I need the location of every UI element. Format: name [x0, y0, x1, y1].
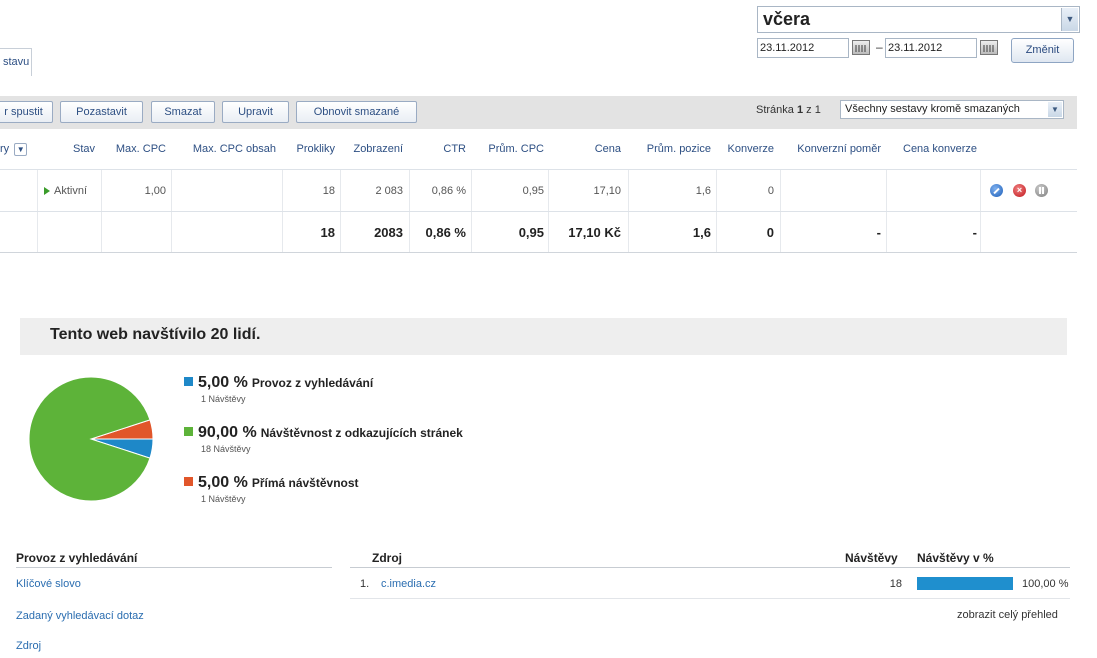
cell-cost: 17,10 [593, 184, 621, 197]
visitors-summary-band: Tento web navštívilo 20 lidí. [20, 318, 1067, 355]
toolbar: r spustit Pozastavit Smazat Upravit Obno… [0, 96, 1077, 129]
total-conversion-rate: - [876, 224, 881, 240]
chevron-down-icon[interactable]: ▼ [1048, 102, 1062, 117]
visitors-summary-title: Tento web navštívilo 20 lidí. [50, 326, 261, 343]
legend-item-search: 5,00 % Provoz z vyhledávání 1 Návštěvy [184, 374, 373, 404]
total-conversion-cost: - [972, 224, 977, 240]
legend-swatch-direct [184, 477, 193, 486]
source-visits: 18 [889, 578, 902, 590]
total-avg-position: 1,6 [692, 224, 711, 240]
col-max-cpc-content[interactable]: Max. CPC obsah [172, 129, 276, 169]
link-search-query[interactable]: Zadaný vyhledávací dotaz [16, 610, 144, 622]
traffic-pie-chart [28, 376, 154, 502]
col-max-cpc[interactable]: Max. CPC [102, 129, 166, 169]
col-conversions[interactable]: Konverze [717, 129, 774, 169]
row-index: 1. [360, 578, 370, 590]
cell-max-cpc[interactable]: 1,00 [102, 170, 166, 211]
col-cost[interactable]: Cena [549, 129, 621, 169]
legend-swatch-referral [184, 427, 193, 436]
col-avg-position[interactable]: Prům. pozice [629, 129, 711, 169]
delete-icon[interactable]: × [1013, 184, 1026, 197]
calendar-icon[interactable] [980, 40, 998, 55]
change-date-button[interactable]: Změnit [1011, 38, 1074, 63]
cell-ctr: 0,86 % [431, 184, 466, 197]
table-row[interactable]: Aktivní 1,00 18 2 083 0,86 % 0,95 17,10 … [0, 169, 1077, 211]
pause-icon[interactable] [1035, 184, 1048, 197]
total-clicks: 18 [320, 224, 335, 240]
pause-button[interactable]: Pozastavit [60, 101, 143, 123]
source-visits-pct: 100,00 % [1022, 578, 1069, 590]
chevron-down-icon[interactable]: ▼ [1061, 8, 1078, 31]
source-link[interactable]: c.imedia.cz [381, 578, 436, 590]
total-ctr: 0,86 % [425, 224, 466, 240]
visits-column-header: Návštěvy [845, 551, 898, 565]
visits-pct-column-header: Návštěvy v % [917, 551, 994, 565]
date-to-input[interactable]: 23.11.2012 [885, 38, 977, 58]
calendar-icon[interactable] [852, 40, 870, 55]
edit-button[interactable]: Upravit [222, 101, 289, 123]
date-from-input[interactable]: 23.11.2012 [757, 38, 849, 58]
active-status-icon [44, 186, 50, 195]
date-range-select[interactable]: včera ▼ [757, 6, 1080, 33]
table-total-row: 18 2083 0,86 % 0,95 17,10 Kč 1,6 0 - - [0, 211, 1077, 253]
divider [350, 567, 1070, 568]
date-separator: – [876, 40, 883, 54]
legend-swatch-search [184, 377, 193, 386]
status-active: Aktivní [44, 170, 104, 211]
cell-clicks: 18 [322, 184, 335, 197]
link-source[interactable]: Zdroj [16, 640, 41, 652]
col-ctr[interactable]: CTR [410, 129, 466, 169]
col-impressions[interactable]: Zobrazení [341, 129, 403, 169]
legend-item-referral: 90,00 % Návštěvnost z odkazujících stráne… [184, 424, 463, 454]
cell-impressions: 2 083 [375, 184, 403, 197]
total-conversions: 0 [766, 224, 774, 240]
chevron-down-icon[interactable]: ▼ [14, 142, 28, 156]
full-report-link[interactable]: zobrazit celý přehled [957, 609, 1097, 621]
pagination-info: Stránka 1 z 1 [756, 104, 821, 116]
legend-item-direct: 5,00 % Přímá návštěvnost 1 Návštěvy [184, 474, 359, 504]
col-clicks[interactable]: Prokliky [283, 129, 335, 169]
start-button[interactable]: r spustit [0, 101, 53, 123]
source-column-header: Zdroj [372, 551, 402, 565]
total-impressions: 2083 [374, 224, 403, 240]
divider [350, 598, 1070, 599]
filter-select-value: Všechny sestavy kromě smazaných [845, 103, 1020, 115]
tab-status[interactable]: stavu [0, 48, 32, 76]
total-avg-cpc: 0,95 [518, 224, 544, 240]
col-conversion-rate[interactable]: Konverzní poměr [782, 129, 881, 169]
search-traffic-heading: Provoz z vyhledávání [16, 551, 138, 565]
col-status[interactable]: Stav [38, 129, 95, 169]
cell-avg-position: 1,6 [695, 184, 711, 197]
link-keyword[interactable]: Klíčové slovo [16, 578, 81, 590]
divider [16, 567, 332, 568]
table-header: ry ▼ Stav Max. CPC Max. CPC obsah Proklik… [0, 129, 1077, 169]
date-range-value: včera [763, 9, 811, 29]
filter-select[interactable]: Všechny sestavy kromě smazaných ▼ [840, 100, 1064, 119]
col-name[interactable]: ry ▼ [0, 129, 36, 169]
total-cost: 17,10 Kč [568, 224, 621, 240]
cell-avg-cpc: 0,95 [522, 184, 544, 197]
col-avg-cpc[interactable]: Prům. CPC [472, 129, 544, 169]
restore-deleted-button[interactable]: Obnovit smazané [296, 101, 417, 123]
col-conversion-cost[interactable]: Cena konverze [887, 129, 977, 169]
visits-pct-bar [917, 577, 1013, 590]
cell-conversions: 0 [767, 184, 774, 197]
edit-icon[interactable] [990, 184, 1003, 197]
delete-button[interactable]: Smazat [151, 101, 215, 123]
